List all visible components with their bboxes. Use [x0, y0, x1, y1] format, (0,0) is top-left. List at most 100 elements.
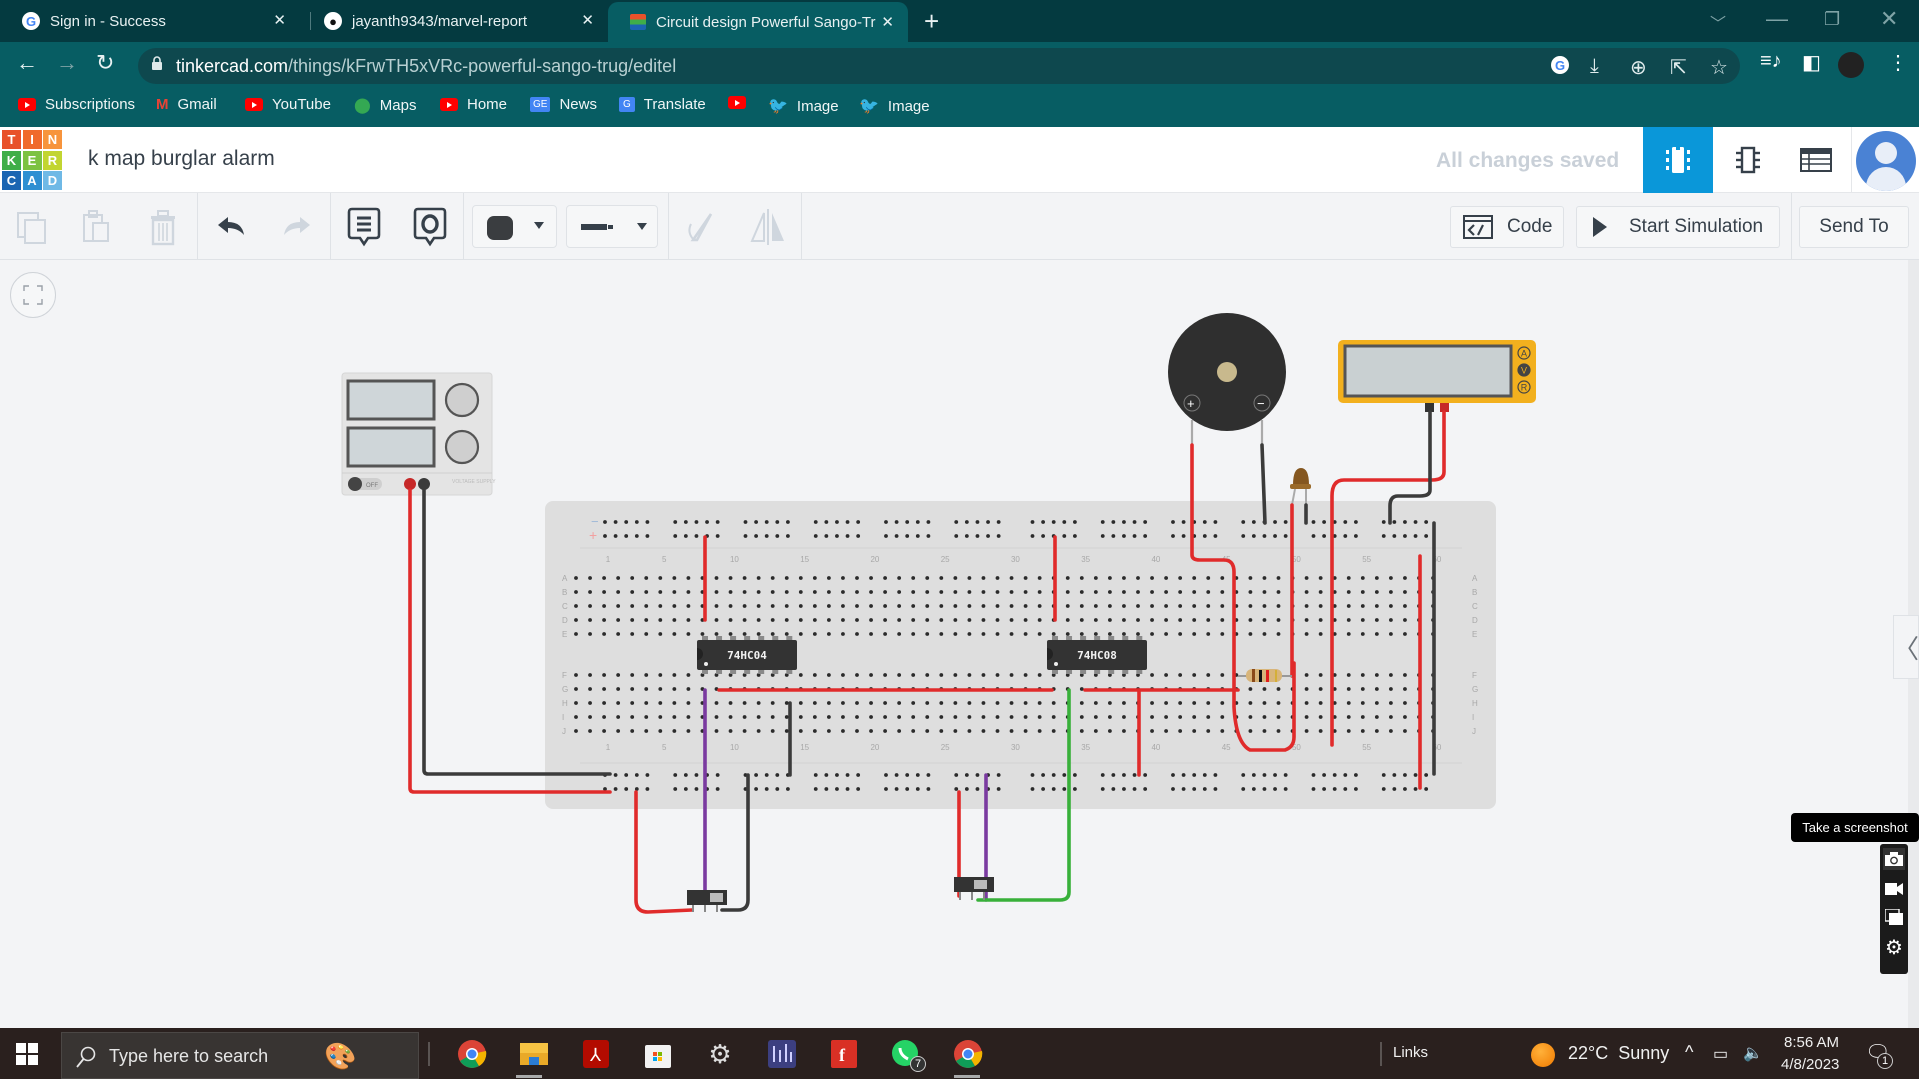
rail-hole[interactable]: [1403, 534, 1407, 538]
rail-hole[interactable]: [624, 520, 629, 524]
breadboard-hole[interactable]: [1403, 576, 1407, 580]
breadboard-hole[interactable]: [1374, 673, 1379, 677]
rail-hole[interactable]: [683, 787, 688, 791]
breadboard-hole[interactable]: [967, 604, 972, 608]
breadboard-hole[interactable]: [1346, 604, 1351, 608]
rail-hole[interactable]: [1273, 773, 1277, 777]
breadboard-hole[interactable]: [1346, 673, 1351, 677]
breadboard-hole[interactable]: [1178, 604, 1183, 608]
breadboard-hole[interactable]: [658, 590, 663, 594]
breadboard[interactable]: − + A AB BC CD DE EF FG GH HI IJ J1155101015152020…: [545, 501, 1496, 809]
rail-hole[interactable]: [915, 787, 920, 791]
breadboard-hole[interactable]: [995, 701, 1000, 705]
breadboard-hole[interactable]: [841, 673, 845, 677]
breadboard-hole[interactable]: [1276, 604, 1281, 608]
breadboard-hole[interactable]: [1403, 604, 1407, 608]
taskbar-ms-store[interactable]: [640, 1036, 676, 1072]
breadboard-hole[interactable]: [883, 576, 887, 580]
rail-hole[interactable]: [996, 520, 1001, 524]
tab-search-chevron-icon[interactable]: ﹀: [1710, 10, 1726, 34]
breadboard-hole[interactable]: [1192, 632, 1197, 636]
breadboard-hole[interactable]: [644, 576, 649, 580]
tab-tinkercad[interactable]: Circuit design Powerful Sango-Tr ✕: [608, 2, 908, 42]
breadboard-hole[interactable]: [602, 701, 606, 705]
breadboard-hole[interactable]: [1178, 701, 1183, 705]
breadboard-hole[interactable]: [728, 590, 733, 594]
breadboard-hole[interactable]: [1108, 618, 1112, 622]
rail-hole[interactable]: [1213, 787, 1218, 791]
rail-hole[interactable]: [1143, 534, 1148, 538]
breadboard-hole[interactable]: [742, 715, 747, 719]
breadboard-hole[interactable]: [1178, 729, 1183, 733]
rail-hole[interactable]: [775, 534, 780, 538]
breadboard-hole[interactable]: [1276, 576, 1281, 580]
breadboard-hole[interactable]: [756, 576, 761, 580]
breadboard-hole[interactable]: [616, 576, 621, 580]
breadboard-hole[interactable]: [700, 632, 705, 636]
breadboard-hole[interactable]: [1346, 576, 1351, 580]
rail-hole[interactable]: [1192, 787, 1197, 791]
breadboard-hole[interactable]: [602, 604, 606, 608]
breadboard-hole[interactable]: [1389, 729, 1393, 733]
breadboard-hole[interactable]: [1093, 701, 1098, 705]
rail-hole[interactable]: [764, 534, 769, 538]
rail-hole[interactable]: [926, 534, 931, 538]
breadboard-hole[interactable]: [1304, 632, 1309, 636]
taskbar-calculator-app[interactable]: [764, 1036, 800, 1072]
google-lens-icon[interactable]: G: [1550, 55, 1570, 81]
breadboard-hole[interactable]: [1023, 673, 1028, 677]
breadboard-hole[interactable]: [827, 590, 831, 594]
breadboard-hole[interactable]: [953, 632, 958, 636]
breadboard-hole[interactable]: [1164, 729, 1168, 733]
breadboard-hole[interactable]: [897, 604, 902, 608]
rail-hole[interactable]: [634, 773, 639, 777]
breadboard-hole[interactable]: [1009, 604, 1014, 608]
breadboard-hole[interactable]: [925, 729, 930, 733]
rail-hole[interactable]: [813, 787, 818, 791]
breadboard-hole[interactable]: [939, 673, 944, 677]
breadboard-hole[interactable]: [658, 687, 663, 691]
rail-hole[interactable]: [845, 787, 850, 791]
breadboard-hole[interactable]: [1220, 590, 1225, 594]
breadboard-hole[interactable]: [953, 729, 958, 733]
breadboard-hole[interactable]: [1009, 729, 1014, 733]
rail-hole[interactable]: [824, 787, 829, 791]
breadboard-hole[interactable]: [672, 715, 677, 719]
breadboard-hole[interactable]: [841, 576, 845, 580]
breadboard-hole[interactable]: [1374, 687, 1379, 691]
rail-hole[interactable]: [905, 787, 910, 791]
breadboard-hole[interactable]: [1346, 632, 1351, 636]
breadboard-hole[interactable]: [1037, 604, 1042, 608]
breadboard-hole[interactable]: [1318, 729, 1323, 733]
breadboard-hole[interactable]: [1360, 701, 1365, 705]
breadboard-hole[interactable]: [1374, 701, 1379, 705]
rail-hole[interactable]: [1041, 787, 1045, 791]
wire-type-dropdown[interactable]: [566, 205, 658, 248]
breadboard-hole[interactable]: [602, 673, 606, 677]
breadboard-hole[interactable]: [686, 687, 691, 691]
breadboard-hole[interactable]: [1206, 590, 1211, 594]
rail-hole[interactable]: [1251, 773, 1256, 777]
rail-hole[interactable]: [884, 520, 888, 524]
breadboard-hole[interactable]: [1360, 604, 1365, 608]
rail-hole[interactable]: [603, 520, 607, 524]
breadboard-hole[interactable]: [686, 673, 691, 677]
breadboard-hole[interactable]: [1136, 590, 1140, 594]
breadboard-hole[interactable]: [981, 590, 986, 594]
breadboard-hole[interactable]: [784, 701, 789, 705]
breadboard-hole[interactable]: [855, 604, 859, 608]
bookmark-maps[interactable]: ⬤ Maps: [354, 96, 416, 115]
breadboard-hole[interactable]: [981, 729, 986, 733]
rail-hole[interactable]: [705, 520, 709, 524]
rail-hole[interactable]: [1354, 520, 1358, 524]
tinkercad-logo[interactable]: TIN KER CAD: [2, 130, 62, 190]
breadboard-hole[interactable]: [616, 604, 621, 608]
breadboard-hole[interactable]: [1389, 632, 1393, 636]
breadboard-hole[interactable]: [1037, 618, 1042, 622]
breadboard-hole[interactable]: [1206, 729, 1211, 733]
voltage-supply[interactable]: OFF VOLTAGE SUPPLY: [341, 372, 496, 496]
rail-hole[interactable]: [986, 520, 990, 524]
breadboard-hole[interactable]: [995, 715, 1000, 719]
rail-hole[interactable]: [1062, 787, 1067, 791]
breadboard-hole[interactable]: [1150, 590, 1154, 594]
